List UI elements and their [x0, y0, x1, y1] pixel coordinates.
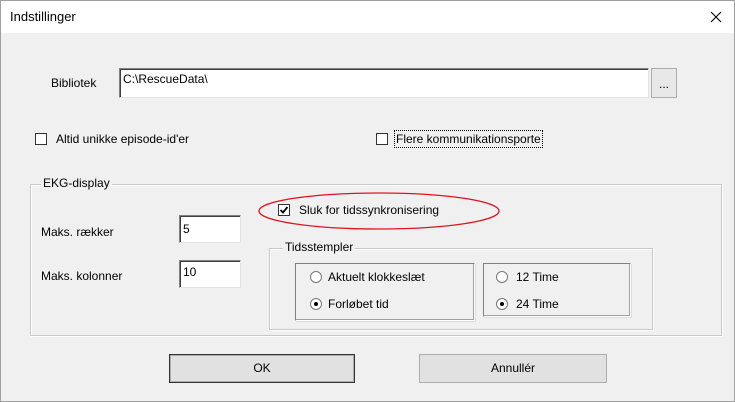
- max-columns-input[interactable]: 10: [179, 260, 241, 288]
- hour24-radio[interactable]: [496, 298, 508, 310]
- max-rows-label: Maks. rækker: [41, 225, 114, 239]
- close-icon: [710, 11, 722, 23]
- library-label: Bibliotek: [51, 76, 97, 90]
- elapsed-time-radio[interactable]: [310, 298, 322, 310]
- current-time-label: Aktuelt klokkeslæt: [328, 270, 425, 284]
- close-button[interactable]: [701, 4, 731, 30]
- title-bar: Indstillinger: [1, 1, 734, 33]
- multiple-ports-label: Flere kommunikationsporte: [394, 130, 543, 148]
- max-rows-input[interactable]: 5: [179, 215, 241, 243]
- time-sync-checkbox[interactable]: [278, 204, 290, 216]
- ekg-display-legend: EKG-display: [41, 176, 112, 190]
- settings-dialog: Indstillinger Bibliotek C:\RescueData\ .…: [0, 0, 735, 402]
- hour12-label: 12 Time: [516, 270, 559, 284]
- cancel-button[interactable]: Annullér: [419, 354, 607, 383]
- time-sync-label: Sluk for tidssynkronisering: [299, 203, 440, 217]
- max-columns-label: Maks. kolonner: [41, 269, 123, 283]
- ok-button[interactable]: OK: [169, 354, 355, 383]
- elapsed-time-label: Forløbet tid: [328, 297, 389, 311]
- unique-episode-ids-checkbox[interactable]: [35, 133, 47, 145]
- timestamps-legend: Tidsstempler: [283, 240, 356, 254]
- hour24-label: 24 Time: [516, 297, 559, 311]
- checkmark-icon: [279, 206, 289, 214]
- dialog-title: Indstillinger: [10, 9, 76, 24]
- current-time-radio[interactable]: [310, 271, 322, 283]
- unique-episode-ids-label: Altid unikke episode-id'er: [56, 132, 190, 146]
- library-path-input[interactable]: C:\RescueData\: [119, 68, 649, 98]
- multiple-ports-checkbox[interactable]: [376, 133, 388, 145]
- browse-button[interactable]: ...: [651, 68, 677, 98]
- hour12-radio[interactable]: [496, 271, 508, 283]
